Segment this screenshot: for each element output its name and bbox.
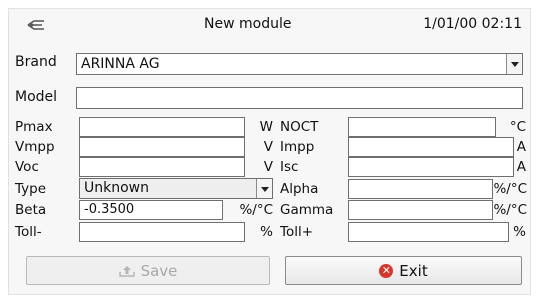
toll-minus-label: Toll- [15, 224, 42, 240]
alpha-label: Alpha [280, 181, 319, 197]
isc-input[interactable] [348, 157, 514, 177]
exit-icon: ✕ [379, 263, 394, 278]
noct-label: NOCT [280, 119, 319, 135]
voc-label: Voc [15, 159, 39, 175]
brand-select[interactable]: ARINNA AG [76, 53, 523, 75]
isc-label: Isc [280, 159, 299, 175]
brand-value: ARINNA AG [81, 56, 160, 72]
chevron-down-icon[interactable] [256, 179, 272, 198]
impp-unit: A [516, 139, 526, 155]
type-value: Unknown [84, 180, 149, 196]
gamma-unit: %/°C [493, 202, 527, 218]
isc-unit: A [516, 159, 526, 175]
impp-label: Impp [280, 139, 315, 155]
save-button[interactable]: Save [26, 256, 270, 285]
alpha-input[interactable] [348, 179, 493, 199]
vmpp-unit: V [263, 139, 273, 155]
toll-minus-unit: % [260, 224, 273, 240]
save-icon [118, 265, 135, 277]
voc-input[interactable] [79, 157, 245, 177]
exit-label: Exit [399, 261, 428, 280]
model-input[interactable] [76, 87, 523, 109]
vmpp-label: Vmpp [15, 139, 55, 155]
type-label: Type [15, 181, 47, 197]
pmax-input[interactable] [79, 117, 245, 137]
toll-minus-input[interactable] [79, 222, 245, 242]
save-label: Save [140, 261, 178, 280]
alpha-unit: %/°C [493, 181, 527, 197]
toll-plus-unit: % [513, 224, 526, 240]
beta-input[interactable]: -0.3500 [79, 200, 223, 220]
module-icon [27, 20, 44, 30]
pmax-label: Pmax [15, 119, 53, 135]
type-select[interactable]: Unknown [79, 178, 273, 199]
brand-label: Brand [15, 54, 57, 70]
model-label: Model [15, 89, 58, 105]
datetime: 1/01/00 02:11 [423, 16, 522, 32]
toll-plus-label: Toll+ [280, 224, 314, 240]
beta-unit: %/°C [239, 202, 273, 218]
pmax-unit: W [259, 119, 273, 135]
beta-label: Beta [15, 202, 47, 218]
voc-unit: V [263, 159, 273, 175]
noct-input[interactable] [348, 117, 496, 137]
page-title: New module [204, 16, 292, 32]
vmpp-input[interactable] [79, 137, 245, 157]
gamma-input[interactable] [348, 200, 493, 220]
noct-unit: °C [509, 119, 526, 135]
toll-plus-input[interactable] [348, 222, 509, 242]
chevron-down-icon[interactable] [506, 54, 522, 74]
title-bar: New module 1/01/00 02:11 [9, 9, 532, 39]
exit-button[interactable]: ✕ Exit [285, 256, 522, 285]
impp-input[interactable] [348, 137, 514, 157]
gamma-label: Gamma [280, 202, 334, 218]
dialog-frame: New module 1/01/00 02:11 Brand ARINNA AG… [8, 8, 531, 295]
